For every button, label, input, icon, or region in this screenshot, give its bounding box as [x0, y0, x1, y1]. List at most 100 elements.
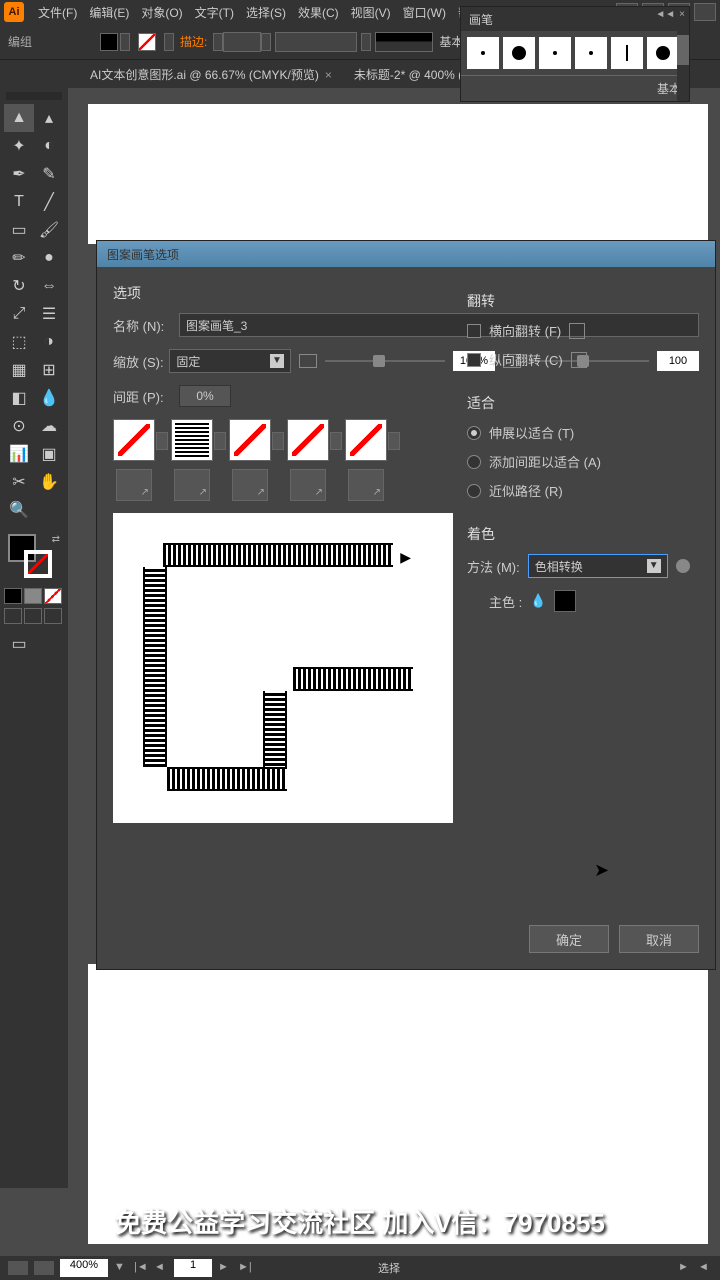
draw-inside-icon[interactable]: [44, 608, 62, 624]
rotate-tool[interactable]: ↻: [4, 272, 34, 300]
blob-brush-tool[interactable]: ●: [34, 244, 64, 272]
perspective-tool[interactable]: ▦: [4, 356, 34, 384]
tile-inner-dir[interactable]: ↗: [232, 469, 268, 501]
ok-button[interactable]: 确定: [529, 925, 609, 953]
none-mode-swatch[interactable]: [44, 588, 62, 604]
prev-page-icon[interactable]: ◄: [154, 1261, 168, 1275]
blend-tool[interactable]: ⊙: [4, 412, 34, 440]
tile-start-dir[interactable]: ↗: [290, 469, 326, 501]
status-icon-1[interactable]: [8, 1261, 28, 1275]
tab-close-1[interactable]: ×: [325, 68, 332, 82]
fit-space-radio[interactable]: [467, 455, 481, 469]
menu-select[interactable]: 选择(S): [240, 4, 292, 21]
menu-view[interactable]: 视图(V): [345, 4, 397, 21]
fill-dropdown[interactable]: [120, 33, 130, 51]
type-tool[interactable]: T: [4, 188, 34, 216]
stroke-profile-dropdown[interactable]: [361, 33, 371, 51]
stroke-width-input[interactable]: [223, 32, 261, 52]
artboard-lower[interactable]: [88, 964, 708, 1244]
tile-outer-corner[interactable]: [171, 419, 213, 461]
toolbar-handle[interactable]: [6, 92, 62, 100]
rectangle-tool[interactable]: ▭: [4, 216, 34, 244]
menu-window[interactable]: 窗口(W): [397, 4, 452, 21]
workspace-icon[interactable]: [694, 3, 716, 21]
stroke-spinner[interactable]: [213, 33, 223, 51]
width-tool[interactable]: ☰: [34, 300, 64, 328]
status-icon-2[interactable]: [34, 1261, 54, 1275]
symbol-sprayer-tool[interactable]: ☁: [34, 412, 64, 440]
swap-colors-icon[interactable]: ⇄: [52, 534, 60, 545]
tile-end[interactable]: [345, 419, 387, 461]
cancel-button[interactable]: 取消: [619, 925, 699, 953]
zoom-input[interactable]: 400%: [60, 1259, 108, 1277]
line-tool[interactable]: ╱: [34, 188, 64, 216]
menu-edit[interactable]: 编辑(E): [83, 4, 135, 21]
artboard-tool[interactable]: ▣: [34, 440, 64, 468]
pen-tool[interactable]: ✒: [4, 160, 34, 188]
scroll-right-icon[interactable]: ►: [678, 1261, 692, 1275]
tip-icon[interactable]: [676, 559, 690, 573]
next-page-icon[interactable]: ►: [218, 1261, 232, 1275]
reflect-tool[interactable]: ⇔: [34, 272, 64, 300]
keycolor-chip[interactable]: [554, 590, 576, 612]
menu-type[interactable]: 文字(T): [189, 4, 240, 21]
column-graph-tool[interactable]: 📊: [4, 440, 34, 468]
draw-behind-icon[interactable]: [24, 608, 42, 624]
brush-preset[interactable]: [375, 32, 433, 52]
last-page-icon[interactable]: ►|: [238, 1261, 252, 1275]
stroke-width-dropdown[interactable]: [261, 33, 271, 51]
mesh-tool[interactable]: ⊞: [34, 356, 64, 384]
flip-h-checkbox[interactable]: [467, 324, 481, 338]
stroke-dropdown[interactable]: [164, 33, 174, 51]
dialog-title[interactable]: 图案画笔选项: [97, 241, 715, 267]
direct-selection-tool[interactable]: ▴: [34, 104, 64, 132]
brushes-scrollbar[interactable]: [677, 31, 689, 101]
menu-file[interactable]: 文件(F): [32, 4, 83, 21]
menu-effect[interactable]: 效果(C): [292, 4, 345, 21]
tile-side[interactable]: [113, 419, 155, 461]
eyedropper-tool[interactable]: 💧: [34, 384, 64, 412]
fit-approx-radio[interactable]: [467, 484, 481, 498]
fit-stretch-radio[interactable]: [467, 426, 481, 440]
gradient-tool[interactable]: ◧: [4, 384, 34, 412]
tile-outer-dir[interactable]: ↗: [174, 469, 210, 501]
screen-mode-tool[interactable]: ▭: [4, 630, 34, 658]
spacing-input[interactable]: [179, 385, 231, 407]
brushes-close-icon[interactable]: ×: [679, 9, 685, 20]
menu-object[interactable]: 对象(O): [135, 4, 188, 21]
artboard[interactable]: [88, 104, 708, 244]
flip-v-checkbox[interactable]: [467, 353, 481, 367]
gradient-mode-swatch[interactable]: [24, 588, 42, 604]
color-mode-swatch[interactable]: [4, 588, 22, 604]
brushes-collapse-icon[interactable]: ◄◄: [655, 9, 675, 20]
zoom-tool[interactable]: 🔍: [4, 496, 34, 524]
brush-4[interactable]: [575, 37, 607, 69]
tile-side-dir[interactable]: ↗: [116, 469, 152, 501]
lasso-tool[interactable]: ◐: [34, 132, 64, 160]
method-select[interactable]: 色相转换▼: [528, 554, 668, 578]
zoom-dropdown-icon[interactable]: ▼: [114, 1261, 128, 1275]
paintbrush-tool[interactable]: 🖌: [34, 216, 64, 244]
fill-swatch[interactable]: [100, 33, 118, 51]
tile-end-dir[interactable]: ↗: [348, 469, 384, 501]
brush-5[interactable]: [611, 37, 643, 69]
brush-2[interactable]: [503, 37, 535, 69]
tile-start[interactable]: [287, 419, 329, 461]
brush-3[interactable]: [539, 37, 571, 69]
hand-tool[interactable]: ✋: [34, 468, 64, 496]
scale-tool[interactable]: ⤢: [4, 300, 34, 328]
brush-1[interactable]: [467, 37, 499, 69]
stroke-color[interactable]: [24, 550, 52, 578]
pencil-tool[interactable]: ✏: [4, 244, 34, 272]
scale-slider[interactable]: [325, 360, 445, 362]
shape-builder-tool[interactable]: ◑: [34, 328, 64, 356]
brush-6[interactable]: [647, 37, 679, 69]
eyedropper-icon[interactable]: 💧: [530, 593, 546, 609]
draw-normal-icon[interactable]: [4, 608, 22, 624]
tile-inner-corner[interactable]: [229, 419, 271, 461]
magic-wand-tool[interactable]: ✦: [4, 132, 34, 160]
free-transform-tool[interactable]: ⬚: [4, 328, 34, 356]
slice-tool[interactable]: ✂: [4, 468, 34, 496]
selection-tool[interactable]: ▲: [4, 104, 34, 132]
page-input[interactable]: 1: [174, 1259, 212, 1277]
